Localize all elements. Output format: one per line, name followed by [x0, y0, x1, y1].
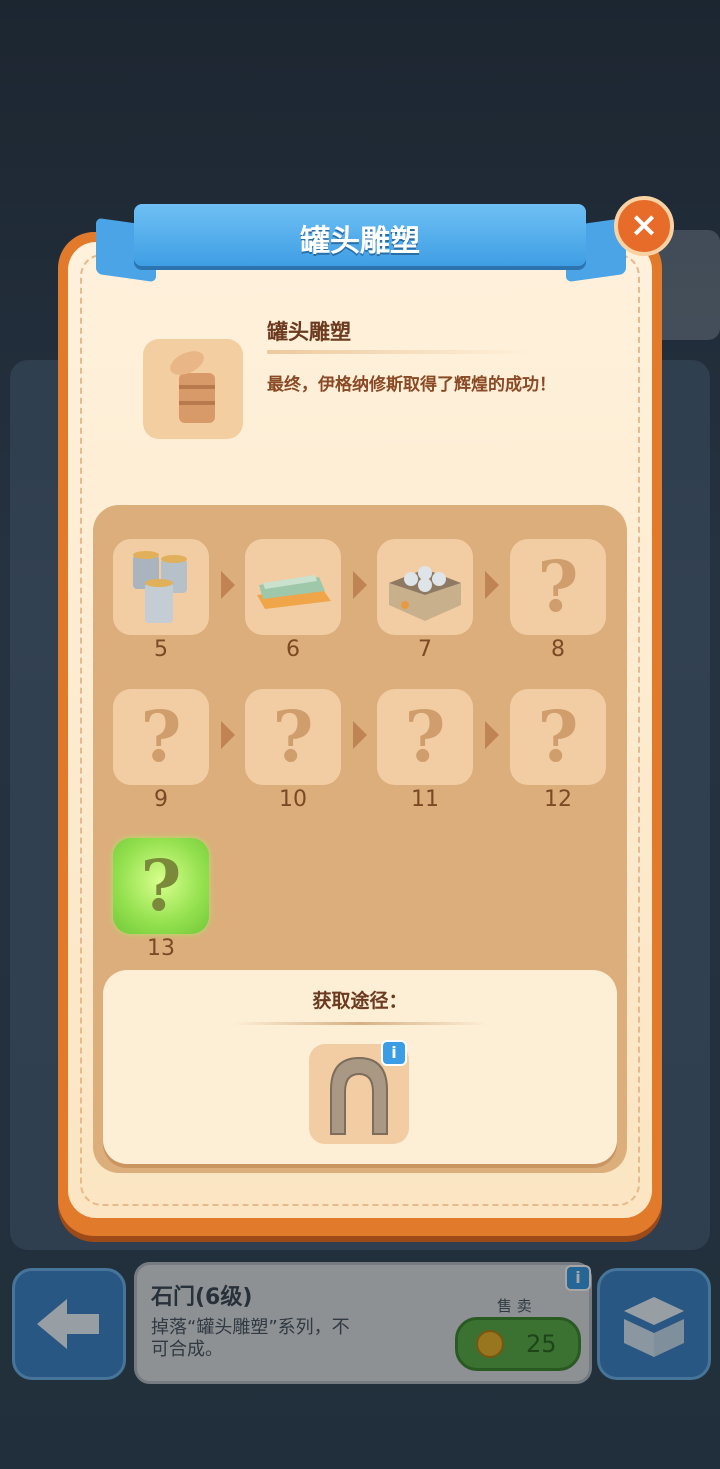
storage-box-button[interactable] [597, 1268, 711, 1380]
unknown-question-icon: ? [272, 695, 314, 778]
chain-arrow-icon [485, 721, 499, 749]
chain-tile-7[interactable] [377, 539, 473, 635]
acquisition-divider [233, 1022, 487, 1025]
info-icon[interactable]: i [381, 1040, 407, 1066]
arrow-left-icon [37, 1299, 99, 1349]
chain-level-label: 9 [154, 787, 168, 812]
item-icon [143, 339, 243, 439]
chain-level-label: 12 [544, 787, 572, 812]
sell-price: 25 [526, 1330, 557, 1358]
chain-arrow-icon [221, 721, 235, 749]
modal-title: 罐头雕塑 [300, 224, 420, 259]
chain-tile-6[interactable] [245, 539, 341, 635]
chain-tile-10[interactable]: ? [245, 689, 341, 785]
item-name-underline [267, 350, 527, 354]
acquisition-title: 获取途径： [312, 990, 408, 1012]
info-icon[interactable]: i [565, 1265, 591, 1291]
chain-arrow-icon [353, 721, 367, 749]
chain-arrow-icon [353, 571, 367, 599]
unknown-question-icon: ? [404, 695, 446, 778]
chain-tile-9[interactable]: ? [113, 689, 209, 785]
acquisition-panel: 获取途径： i [103, 970, 617, 1164]
source-item-tile[interactable]: i [309, 1040, 409, 1144]
sell-label: 售 卖 [497, 1297, 532, 1315]
close-button[interactable]: × [614, 196, 674, 256]
chain-level-label: 5 [154, 637, 168, 662]
selected-item-panel: 石门(6级) 掉落“罐头雕塑”系列，不可合成。 售 卖 25 i [134, 1262, 592, 1384]
chain-level-label: 13 [147, 936, 175, 961]
selected-item-title: 石门(6级) [151, 1285, 253, 1310]
chain-tile-8[interactable]: ? [510, 539, 606, 635]
unknown-question-icon: ? [140, 844, 182, 927]
unknown-question-icon: ? [537, 695, 579, 778]
title-ribbon: 罐头雕塑 [134, 204, 586, 266]
crate-of-cans-icon [389, 566, 461, 621]
unknown-question-icon: ? [537, 545, 579, 628]
chain-level-label: 6 [286, 637, 300, 662]
flattened-cans-icon [257, 575, 331, 609]
back-button[interactable] [12, 1268, 126, 1380]
item-name: 罐头雕塑 [267, 320, 351, 344]
unknown-question-icon: ? [140, 695, 182, 778]
chain-tile-5[interactable] [113, 539, 209, 635]
chain-tile-12[interactable]: ? [510, 689, 606, 785]
chain-level-label: 11 [411, 787, 439, 812]
chain-level-label: 8 [551, 637, 565, 662]
item-description: 最终，伊格纳修斯取得了辉煌的成功！ [267, 375, 556, 395]
coin-icon [476, 1330, 504, 1358]
chain-arrow-icon [221, 571, 235, 599]
chain-tile-13-final[interactable]: ? [113, 838, 209, 934]
can-sculpture-icon [170, 351, 215, 423]
open-box-icon [624, 1297, 684, 1357]
stacked-cans-icon [133, 551, 187, 623]
chain-tile-11[interactable]: ? [377, 689, 473, 785]
chain-level-label: 7 [418, 637, 432, 662]
chain-level-label: 10 [279, 787, 307, 812]
sell-button[interactable]: 25 [455, 1317, 581, 1371]
chain-arrow-icon [485, 571, 499, 599]
selected-item-description: 掉落“罐头雕塑”系列，不可合成。 [151, 1317, 350, 1360]
